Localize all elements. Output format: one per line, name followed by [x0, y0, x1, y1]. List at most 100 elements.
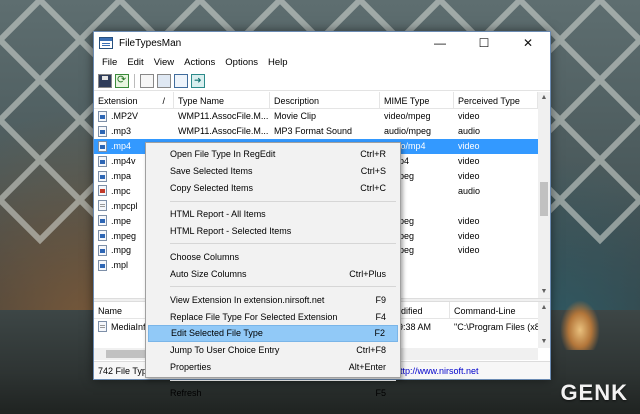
menu-edit[interactable]: Edit: [122, 57, 148, 68]
menu-options[interactable]: Options: [220, 57, 263, 68]
find-icon[interactable]: [174, 73, 188, 88]
context-menu-item[interactable]: Properties Alt+Enter: [148, 359, 398, 376]
status-link[interactable]: ttp://www.nirsoft.net: [394, 366, 479, 376]
cell-perceived-type: audio: [458, 126, 481, 137]
close-button[interactable]: ✕: [506, 32, 550, 54]
details-scroll-up-arrow[interactable]: ▲: [538, 302, 550, 314]
cell-extension: .mp3: [94, 125, 174, 137]
menu-item-label: HTML Report - All Items: [170, 209, 266, 220]
genk-watermark: GENK: [560, 380, 628, 405]
context-menu-item[interactable]: Replace File Type For Selected Extension…: [148, 308, 398, 325]
menu-help[interactable]: Help: [263, 57, 293, 68]
file-type-icon: [98, 110, 107, 122]
context-menu-item[interactable]: Auto Size Columns Ctrl+Plus: [148, 265, 398, 282]
context-menu-item[interactable]: Save Selected Items Ctrl+S: [148, 163, 398, 180]
minimize-button[interactable]: —: [418, 32, 462, 54]
menu-item-shortcut: F5: [375, 388, 386, 399]
file-type-icon: [98, 125, 107, 137]
cell-perceived-type: video: [458, 215, 480, 226]
properties-icon[interactable]: [157, 73, 171, 88]
file-type-icon: [98, 155, 107, 167]
menu-item-shortcut: Ctrl+Plus: [349, 268, 386, 279]
menu-view[interactable]: View: [149, 57, 179, 68]
cell-perceived-type: audio: [458, 185, 481, 196]
context-menu-item[interactable]: Edit Selected File Type F2: [148, 325, 398, 342]
column-mime-type[interactable]: MIME Type: [380, 92, 454, 108]
menu-separator: [170, 200, 396, 202]
menu-file[interactable]: File: [97, 57, 122, 68]
menu-item-label: Refresh: [170, 388, 202, 399]
context-menu-item[interactable]: HTML Report - All Items: [148, 206, 398, 223]
column-type-name[interactable]: Type Name: [174, 92, 270, 108]
scroll-down-arrow[interactable]: ▼: [538, 286, 550, 298]
context-menu-item[interactable]: HTML Report - Selected Items: [148, 223, 398, 240]
sort-indicator: /: [162, 96, 166, 106]
menu-item-label: Copy Selected Items: [170, 183, 254, 194]
file-type-icon: [98, 200, 107, 212]
action-name: MediaInf: [111, 321, 146, 332]
details-vertical-scrollbar[interactable]: ▲ ▼: [538, 302, 550, 348]
column-description[interactable]: Description: [270, 92, 380, 108]
context-menu-item[interactable]: Open File Type In RegEdit Ctrl+R: [148, 146, 398, 163]
title-bar[interactable]: FileTypesMan — ☐ ✕: [94, 32, 550, 54]
refresh-icon[interactable]: [115, 73, 129, 88]
file-type-icon: [98, 140, 107, 152]
toolbar-separator: [134, 73, 135, 88]
cell-perceived-type: video: [458, 230, 480, 241]
column-perceived-type[interactable]: Perceived Type: [454, 92, 538, 108]
scroll-up-arrow[interactable]: ▲: [538, 92, 550, 104]
window-title: FileTypesMan: [119, 37, 182, 49]
file-type-icon: [98, 215, 107, 227]
maximize-button[interactable]: ☐: [462, 32, 506, 54]
menu-item-shortcut: F2: [374, 328, 385, 339]
copy-icon[interactable]: [140, 73, 154, 88]
list-header: Extension / Type Name Description MIME T…: [94, 92, 550, 109]
context-menu-item[interactable]: Copy Selected Items Ctrl+C: [148, 180, 398, 197]
menu-item-label: Choose Columns: [170, 251, 240, 262]
table-row[interactable]: .mp3 WMP11.AssocFile.M... MP3 Format Sound…: [94, 124, 538, 139]
column-extension[interactable]: Extension /: [94, 92, 174, 108]
cell-perceived-type: video: [458, 156, 480, 167]
context-menu-item[interactable]: Refresh F5: [148, 385, 398, 402]
file-type-icon: [98, 230, 107, 242]
details-scroll-down-arrow[interactable]: ▼: [538, 336, 550, 348]
column-command-line[interactable]: Command-Line: [450, 302, 550, 318]
menu-item-label: HTML Report - Selected Items: [170, 226, 292, 236]
cell-description: MP3 Format Sound: [274, 126, 353, 137]
file-type-icon: [98, 185, 107, 197]
cell-perceived-type: video: [458, 141, 480, 152]
cell-type-name: WMP11.AssocFile.M...: [178, 111, 269, 122]
file-type-icon: [98, 170, 107, 182]
menu-item-label: View Extension In extension.nirsoft.net: [170, 294, 325, 305]
menu-actions[interactable]: Actions: [179, 57, 220, 68]
context-menu: Open File Type In RegEdit Ctrl+R Save Sele…: [145, 142, 401, 398]
menu-item-shortcut: Alt+Enter: [348, 362, 386, 373]
context-menu-item[interactable]: Choose Columns: [148, 248, 398, 265]
menu-item-label: Properties: [170, 362, 212, 373]
cell-perceived-type: video: [458, 111, 480, 122]
table-row[interactable]: .MP2V WMP11.AssocFile.M... Movie Clip video…: [94, 109, 538, 124]
menu-item-shortcut: F4: [375, 311, 386, 322]
app-icon: [99, 37, 113, 49]
cell-mime-type: video/mpeg: [384, 111, 431, 122]
action-icon: [98, 321, 107, 332]
menu-item-label: Jump To User Choice Entry: [170, 345, 280, 356]
scroll-thumb[interactable]: [540, 182, 548, 216]
menu-bar: File Edit View Actions Options Help: [94, 54, 550, 71]
cell-description: Movie Clip: [274, 111, 317, 122]
toolbar: [94, 71, 550, 91]
menu-separator: [170, 286, 396, 288]
exit-icon[interactable]: [191, 73, 205, 88]
menu-separator: [170, 379, 396, 381]
menu-item-shortcut: Ctrl+F8: [356, 345, 386, 356]
action-command-line: "C:\Program Files (x86)\: [454, 321, 550, 332]
context-menu-item[interactable]: Jump To User Choice Entry Ctrl+F8: [148, 342, 398, 359]
save-icon[interactable]: [98, 73, 112, 88]
context-menu-item[interactable]: View Extension In extension.nirsoft.net F…: [148, 291, 398, 308]
cell-extension: .MP2V: [94, 110, 174, 122]
cell-perceived-type: video: [458, 245, 480, 256]
cell-mime-type: audio/mpeg: [384, 126, 432, 137]
vertical-scrollbar[interactable]: ▲ ▼: [538, 92, 550, 298]
menu-item-shortcut: F9: [375, 294, 386, 305]
background-lamp: [560, 300, 600, 350]
